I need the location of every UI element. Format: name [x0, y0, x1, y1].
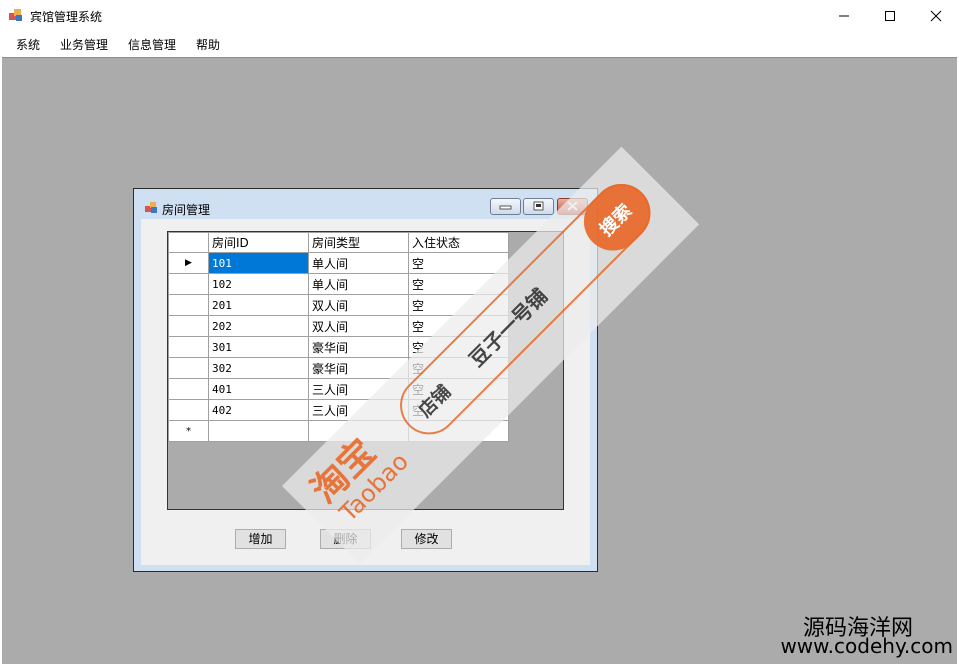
delete-button[interactable]: 删除 [320, 529, 371, 549]
cell-room-type[interactable]: 双人间 [308, 315, 409, 337]
cell-room-type[interactable]: 豪华间 [308, 336, 409, 358]
cell-room-id[interactable]: 301 [208, 336, 309, 358]
room-management-window: 房间管理 房间ID 房间类型 入住状态 ▶ 101 单人间 空 102 单人间 … [133, 188, 598, 572]
table-row[interactable]: 202 双人间 空 [168, 315, 509, 337]
edit-button[interactable]: 修改 [401, 529, 452, 549]
cell-status[interactable]: 空 [408, 273, 509, 295]
cell-status[interactable]: 空 [408, 378, 509, 400]
table-row[interactable]: 401 三人间 空 [168, 378, 509, 400]
table-row[interactable]: 302 豪华间 空 [168, 357, 509, 379]
cell-status[interactable]: 空 [408, 357, 509, 379]
cell-status[interactable]: 空 [408, 315, 509, 337]
child-close-button[interactable] [557, 198, 588, 215]
new-row[interactable]: * [168, 420, 509, 442]
cell-room-type[interactable]: 三人间 [308, 399, 409, 421]
menu-info[interactable]: 信息管理 [128, 36, 176, 53]
cell-room-type[interactable]: 单人间 [308, 273, 409, 295]
menu-help[interactable]: 帮助 [196, 36, 220, 53]
table-row[interactable]: 201 双人间 空 [168, 294, 509, 316]
column-header-room-id[interactable]: 房间ID [208, 232, 309, 253]
row-header-corner [168, 232, 209, 253]
cell-status[interactable]: 空 [408, 294, 509, 316]
cell-room-type[interactable]: 单人间 [308, 252, 409, 274]
room-grid[interactable]: 房间ID 房间类型 入住状态 ▶ 101 单人间 空 102 单人间 空 201… [167, 231, 564, 510]
cell-room-id[interactable]: 101 [208, 252, 309, 274]
window-title: 宾馆管理系统 [30, 10, 103, 24]
cell-room-type[interactable]: 豪华间 [308, 357, 409, 379]
row-header [168, 378, 209, 400]
close-icon [930, 10, 942, 21]
menu-business[interactable]: 业务管理 [60, 36, 108, 53]
cell-new-room-type[interactable] [308, 420, 409, 442]
add-button[interactable]: 增加 [235, 529, 286, 549]
app-icon [9, 9, 22, 21]
child-minimize-button[interactable] [490, 198, 521, 215]
table-row[interactable]: 301 豪华间 空 [168, 336, 509, 358]
cell-room-id[interactable]: 401 [208, 378, 309, 400]
menu-bar: 系统 业务管理 信息管理 帮助 [0, 31, 959, 56]
column-header-status[interactable]: 入住状态 [408, 232, 509, 253]
minimize-icon [499, 205, 512, 210]
minimize-icon [839, 15, 849, 16]
row-header [168, 399, 209, 421]
row-header [168, 273, 209, 295]
new-row-indicator: * [168, 420, 209, 442]
child-restore-button[interactable] [523, 198, 554, 215]
restore-icon [533, 201, 544, 211]
menu-system[interactable]: 系统 [16, 36, 40, 53]
close-icon [567, 201, 578, 211]
cell-new-status[interactable] [408, 420, 509, 442]
row-header [168, 357, 209, 379]
corner-watermark-url: www.codehy.com [780, 634, 953, 658]
maximize-icon [885, 10, 895, 21]
window-icon [145, 202, 157, 213]
room-table: 房间ID 房间类型 入住状态 ▶ 101 单人间 空 102 单人间 空 201… [168, 232, 509, 442]
child-client-area: 房间ID 房间类型 入住状态 ▶ 101 单人间 空 102 单人间 空 201… [141, 219, 590, 565]
table-row[interactable]: 102 单人间 空 [168, 273, 509, 295]
cell-new-room-id[interactable] [208, 420, 309, 442]
cell-room-type[interactable]: 双人间 [308, 294, 409, 316]
cell-room-id[interactable]: 102 [208, 273, 309, 295]
table-row[interactable]: ▶ 101 单人间 空 [168, 252, 509, 274]
header-row: 房间ID 房间类型 入住状态 [168, 232, 509, 253]
cell-status[interactable]: 空 [408, 252, 509, 274]
table-row[interactable]: 402 三人间 空 [168, 399, 509, 421]
cell-status[interactable]: 空 [408, 336, 509, 358]
child-window-title: 房间管理 [162, 203, 211, 217]
minimize-button[interactable] [821, 0, 867, 31]
cell-status[interactable]: 空 [408, 399, 509, 421]
title-bar: 宾馆管理系统 [0, 0, 959, 31]
cell-room-id[interactable]: 302 [208, 357, 309, 379]
row-header [168, 315, 209, 337]
column-header-room-type[interactable]: 房间类型 [308, 232, 409, 253]
cell-room-id[interactable]: 201 [208, 294, 309, 316]
cell-room-id[interactable]: 402 [208, 399, 309, 421]
cell-room-type[interactable]: 三人间 [308, 378, 409, 400]
cell-room-id[interactable]: 202 [208, 315, 309, 337]
row-header [168, 294, 209, 316]
maximize-button[interactable] [867, 0, 913, 31]
close-button[interactable] [913, 0, 959, 31]
row-header [168, 336, 209, 358]
current-row-indicator: ▶ [168, 252, 209, 274]
